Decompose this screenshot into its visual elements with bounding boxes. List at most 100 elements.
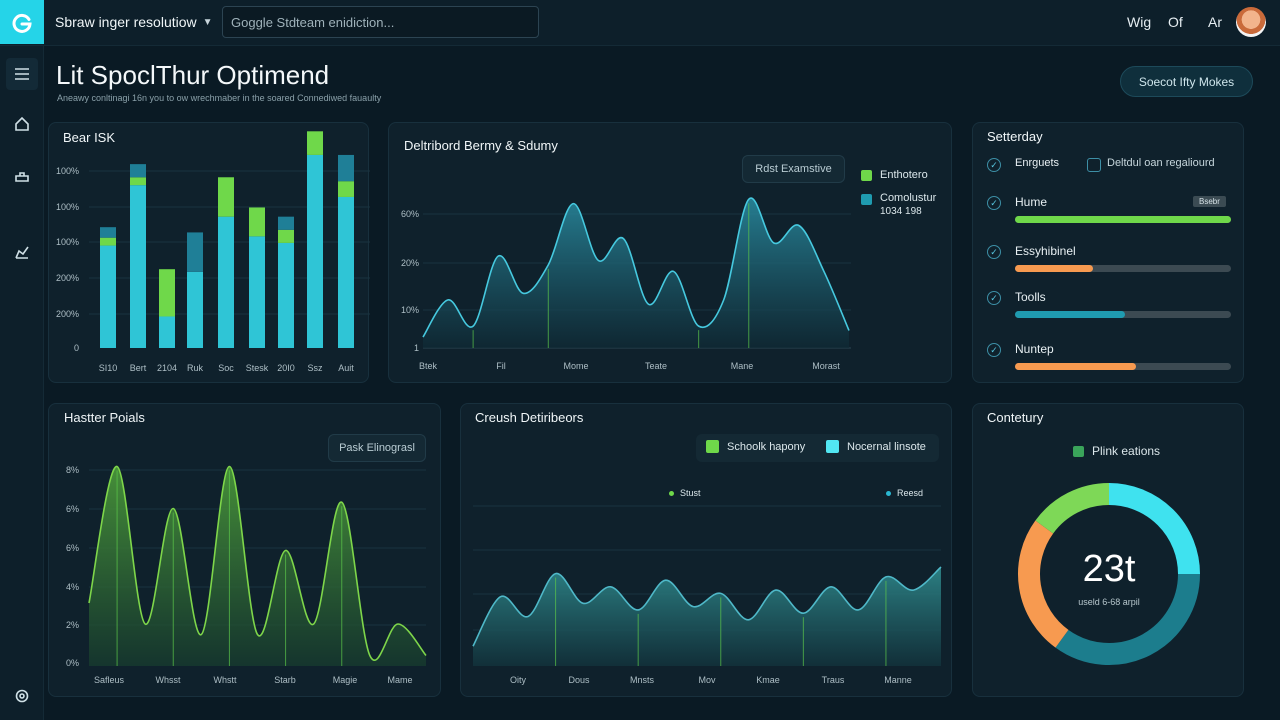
x-tick-label: Safleus bbox=[94, 675, 125, 685]
x-tick-label: Whstt bbox=[213, 675, 237, 685]
x-tick-label: 2104 bbox=[157, 363, 177, 373]
check-icon[interactable]: ✓ bbox=[987, 196, 1001, 210]
bar bbox=[159, 269, 175, 317]
progress-track bbox=[1015, 363, 1231, 370]
bar bbox=[130, 164, 146, 178]
x-tick-label: 20I0 bbox=[277, 363, 295, 373]
sidebar-item-settings[interactable] bbox=[6, 680, 38, 712]
sidebar-item-home[interactable] bbox=[6, 108, 38, 140]
donut-card: Contetury Plink eations 23t useld 6-68 a… bbox=[972, 403, 1244, 697]
bar bbox=[278, 242, 294, 348]
x-tick-label: Mov bbox=[698, 675, 716, 685]
toolbox-icon bbox=[15, 172, 29, 182]
area-fill bbox=[473, 567, 941, 666]
y-tick-label: 200% bbox=[56, 273, 79, 283]
check-icon[interactable]: ✓ bbox=[987, 158, 1001, 172]
x-tick-label: Auit bbox=[338, 363, 354, 373]
bar bbox=[187, 271, 203, 348]
sidebar-item-tools[interactable] bbox=[6, 160, 38, 192]
bottom-area-chart: Oity Dous Mnsts Mov Kmae Traus Manne bbox=[472, 505, 942, 685]
sidebar-item-analytics[interactable] bbox=[6, 236, 38, 268]
area-fill bbox=[89, 466, 426, 666]
bar bbox=[218, 177, 234, 217]
chevron-down-icon: ▼ bbox=[202, 16, 213, 28]
bar bbox=[307, 154, 323, 348]
y-tick-label: 1 bbox=[414, 343, 419, 353]
tasks-card-title: Setterday bbox=[987, 129, 1043, 144]
x-tick-label: Bert bbox=[130, 363, 147, 373]
workspace-selector[interactable]: Sbraw inger resolutiow ▼ bbox=[55, 14, 213, 30]
y-tick-label: 100% bbox=[56, 166, 79, 176]
bar bbox=[130, 185, 146, 348]
task-row[interactable]: ✓ Hume Bsebr bbox=[987, 195, 1233, 226]
x-tick-label: Dous bbox=[568, 675, 590, 685]
task-label: Nuntep bbox=[1015, 342, 1054, 356]
gear-icon bbox=[15, 689, 29, 703]
x-tick-label: Btek bbox=[419, 361, 438, 371]
progress-track bbox=[1015, 265, 1231, 272]
y-tick-label: 4% bbox=[66, 582, 79, 592]
bar bbox=[338, 181, 354, 197]
bar bbox=[307, 131, 323, 155]
bar bbox=[338, 154, 354, 182]
sidebar bbox=[0, 46, 44, 720]
bottom-chart-card: Creush Detiribeors Schoolk hapony Nocern… bbox=[460, 403, 952, 697]
y-tick-label: 2% bbox=[66, 620, 79, 630]
donut-slice bbox=[1018, 520, 1069, 648]
y-tick-label: 20% bbox=[401, 258, 419, 268]
x-tick-label: Mane bbox=[731, 361, 754, 371]
area-chart-card: Deltribord Bermy & Sdumy Rdst Examstive … bbox=[388, 122, 952, 383]
x-tick-label: Ssz bbox=[307, 363, 323, 373]
y-tick-label: 60% bbox=[401, 209, 419, 219]
avatar[interactable] bbox=[1236, 7, 1266, 37]
x-tick-label: Starb bbox=[274, 675, 296, 685]
x-tick-label: SI10 bbox=[99, 363, 118, 373]
task-header-option: Deltdul oan regaliourd bbox=[1107, 157, 1215, 169]
bar bbox=[130, 177, 146, 186]
task-row[interactable]: ✓ Nuntep bbox=[987, 342, 1233, 373]
y-tick-label: 6% bbox=[66, 504, 79, 514]
x-tick-label: Mame bbox=[387, 675, 412, 685]
bar bbox=[278, 229, 294, 243]
bar-chart-card: Bear ISK 100% 100% 100% 200% 200% 0 SI10 Bert 21… bbox=[48, 122, 370, 383]
x-tick-label: Whsst bbox=[155, 675, 181, 685]
check-icon[interactable]: ✓ bbox=[987, 245, 1001, 259]
progress-fill bbox=[1015, 265, 1093, 272]
y-tick-label: 6% bbox=[66, 543, 79, 553]
top-menu-item-2[interactable]: Of bbox=[1168, 14, 1183, 30]
search-input[interactable] bbox=[222, 6, 539, 38]
task-row[interactable]: ✓ Essyhibinel bbox=[987, 244, 1233, 275]
top-menu-item-1[interactable]: Wig bbox=[1127, 14, 1151, 30]
progress-fill bbox=[1015, 311, 1126, 318]
checkbox[interactable] bbox=[1087, 158, 1101, 172]
progress-fill bbox=[1015, 363, 1136, 370]
x-tick-label: Teate bbox=[645, 361, 667, 371]
bar-chart: 100% 100% 100% 200% 200% 0 SI10 Bert 2104 Ruk Soc S… bbox=[56, 131, 370, 373]
check-icon[interactable]: ✓ bbox=[987, 291, 1001, 305]
y-tick-label: 0 bbox=[74, 343, 79, 353]
y-tick-label: 100% bbox=[56, 202, 79, 212]
bar bbox=[218, 216, 234, 348]
task-label: Essyhibinel bbox=[1015, 244, 1076, 258]
task-row[interactable]: ✓ Toolls bbox=[987, 290, 1233, 321]
bar bbox=[100, 237, 116, 246]
bar bbox=[249, 207, 265, 237]
app-logo[interactable] bbox=[0, 0, 44, 44]
check-icon[interactable]: ✓ bbox=[987, 343, 1001, 357]
logo-g-icon bbox=[12, 13, 32, 33]
header-action-button[interactable]: Soecot Ifty Mokes bbox=[1120, 66, 1253, 97]
task-badge: Bsebr bbox=[1193, 196, 1226, 207]
x-tick-label: Ruk bbox=[187, 363, 204, 373]
bar bbox=[100, 245, 116, 348]
x-tick-label: Fil bbox=[496, 361, 506, 371]
x-tick-label: Stesk bbox=[246, 363, 269, 373]
x-tick-label: Mnsts bbox=[630, 675, 655, 685]
x-tick-label: Oity bbox=[510, 675, 527, 685]
top-menu-item-3[interactable]: Ar bbox=[1208, 14, 1222, 30]
y-tick-label: 10% bbox=[401, 305, 419, 315]
menu-button[interactable] bbox=[6, 58, 38, 90]
x-tick-label: Morast bbox=[812, 361, 840, 371]
x-tick-label: Kmae bbox=[756, 675, 780, 685]
page-title: Lit SpoclThur Optimend bbox=[56, 60, 330, 90]
bar bbox=[249, 236, 265, 348]
